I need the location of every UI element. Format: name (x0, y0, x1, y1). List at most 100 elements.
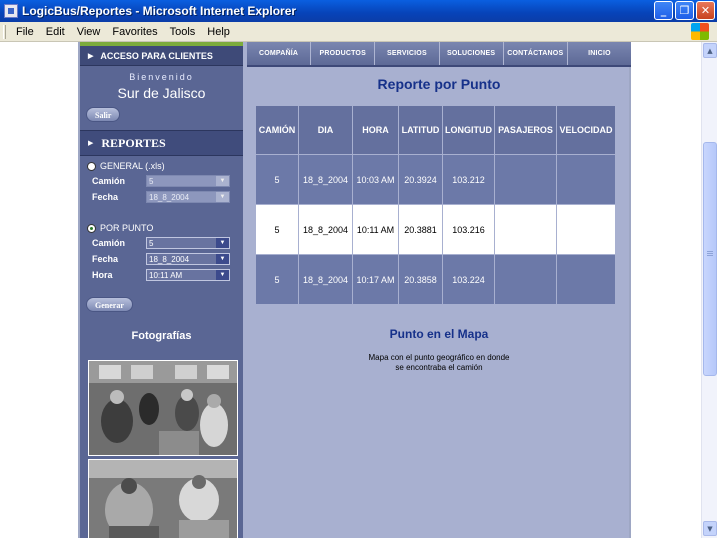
col-velocidad: VELOCIDAD (557, 106, 615, 154)
maximize-button[interactable]: ❐ (675, 1, 694, 20)
main-content: COMPAÑÍA PRODUCTOS SERVICIOS SOLUCIONES … (247, 42, 631, 538)
general-camion-row: Camión 5 ▼ (80, 173, 243, 189)
cell-velocidad (557, 205, 615, 254)
arrow-right-icon: ▶ (88, 52, 94, 60)
punto-fecha-select[interactable]: 18_8_2004 ▼ (146, 253, 230, 265)
cell-hora: 10:11 AM (353, 205, 398, 254)
menu-file[interactable]: File (10, 26, 40, 38)
cell-velocidad (557, 255, 615, 304)
cell-latitud: 20.3881 (399, 205, 442, 254)
punto-camion-row: Camión 5 ▼ (80, 235, 243, 251)
minimize-icon: _ (660, 4, 667, 17)
punto-hora-select[interactable]: 10:11 AM ▼ (146, 269, 230, 281)
company-name: Sur de Jalisco (117, 85, 206, 101)
chevron-down-icon: ▼ (216, 254, 229, 264)
por-punto-report-option[interactable]: POR PUNTO (80, 221, 243, 235)
por-punto-radio[interactable] (87, 223, 96, 233)
nav-contactanos[interactable]: CONTÁCTANOS (504, 42, 568, 65)
map-description-line-1: Mapa con el punto geográfico en donde (368, 353, 510, 362)
map-title: Punto en el Mapa (389, 327, 489, 341)
general-fecha-row: Fecha 18_8_2004 ▼ (80, 189, 243, 205)
punto-hora-label: Hora (92, 270, 113, 280)
scrollbar-thumb[interactable] (703, 142, 717, 376)
punto-fecha-label: Fecha (92, 254, 119, 264)
por-punto-label: POR PUNTO (100, 223, 154, 233)
menu-view[interactable]: View (71, 26, 107, 38)
punto-camion-select[interactable]: 5 ▼ (146, 237, 230, 249)
menu-tools[interactable]: Tools (164, 26, 202, 38)
cell-dia: 18_8_2004 (299, 155, 352, 204)
cell-hora: 10:03 AM (353, 155, 398, 204)
table-row: 5 18_8_2004 10:17 AM 20.3858 103.224 (256, 255, 615, 304)
table-row: 5 18_8_2004 10:03 AM 20.3924 103.212 (256, 155, 615, 204)
nav-servicios[interactable]: SERVICIOS (375, 42, 440, 65)
nav-inicio[interactable]: INICIO (568, 42, 631, 65)
close-icon: ✕ (700, 4, 711, 17)
punto-camion-label: Camión (92, 238, 126, 248)
client-access-header: ▶ ACCESO PARA CLIENTES (80, 46, 243, 66)
reports-header-label: REPORTES (101, 135, 166, 150)
col-camion: CAMIÓN (256, 106, 298, 154)
client-access-label: ACCESO PARA CLIENTES (100, 50, 213, 61)
cell-hora: 10:17 AM (353, 255, 398, 304)
cell-longitud: 103.224 (443, 255, 494, 304)
chevron-down-icon: ▼ (216, 192, 229, 202)
scroll-up-button[interactable]: ▲ (703, 43, 717, 58)
scroll-down-button[interactable]: ▼ (703, 521, 717, 536)
arrow-right-icon: ▶ (88, 139, 94, 147)
cell-latitud: 20.3858 (399, 255, 442, 304)
col-latitud: LATITUD (399, 106, 442, 154)
photos-title: Fotografías (131, 330, 192, 342)
cell-dia: 18_8_2004 (299, 255, 352, 304)
general-camion-select[interactable]: 5 ▼ (146, 175, 230, 187)
cell-camion: 5 (256, 155, 298, 204)
map-description-line-2: se encontraba el camión (395, 363, 483, 372)
cell-pasajeros (495, 205, 556, 254)
menu-bar: File Edit View Favorites Tools Help (0, 22, 717, 42)
nav-compania[interactable]: COMPAÑÍA (247, 42, 312, 65)
generate-button[interactable]: Generar (86, 297, 133, 312)
menu-favorites[interactable]: Favorites (106, 26, 163, 38)
general-fecha-label: Fecha (92, 192, 119, 202)
chevron-down-icon: ▼ (216, 270, 229, 280)
ie-page-icon (4, 4, 18, 18)
cell-longitud: 103.212 (443, 155, 494, 204)
general-fecha-select[interactable]: 18_8_2004 ▼ (146, 191, 230, 203)
nav-soluciones[interactable]: SOLUCIONES (440, 42, 504, 65)
col-pasajeros: PASAJEROS (495, 106, 556, 154)
chevron-down-icon: ▼ (216, 176, 229, 186)
general-label: GENERAL (.xls) (100, 161, 165, 171)
welcome-text: Bienvenido (129, 72, 194, 82)
browser-viewport: ▶ ACCESO PARA CLIENTES Bienvenido Sur de… (0, 42, 701, 538)
windows-logo-icon (691, 23, 709, 40)
table-row-highlighted: 5 18_8_2004 10:11 AM 20.3881 103.216 (256, 205, 615, 254)
cell-camion: 5 (256, 205, 298, 254)
minimize-button[interactable]: _ (654, 1, 673, 20)
cell-velocidad (557, 155, 615, 204)
punto-hora-row: Hora 10:11 AM ▼ (80, 267, 243, 283)
cell-dia: 18_8_2004 (299, 205, 352, 254)
logout-button[interactable]: Salir (86, 107, 121, 122)
toolbar-grip (3, 24, 6, 39)
table-header-row: CAMIÓN DIA HORA LATITUD LONGITUD PASAJER… (256, 106, 615, 154)
bus-interior-photo-2 (88, 459, 238, 538)
window-titlebar: LogicBus/Reportes - Microsoft Internet E… (0, 0, 717, 22)
nav-productos[interactable]: PRODUCTOS (311, 42, 376, 65)
col-longitud: LONGITUD (443, 106, 494, 154)
vertical-scrollbar[interactable]: ▲ ▼ (701, 42, 717, 538)
general-fecha-value: 18_8_2004 (149, 192, 190, 202)
map-description: Mapa con el punto geográfico en donde se… (247, 353, 631, 373)
menu-edit[interactable]: Edit (40, 26, 71, 38)
arrow-down-icon: ▼ (707, 524, 713, 533)
cell-longitud: 103.216 (443, 205, 494, 254)
general-radio[interactable] (87, 161, 96, 171)
punto-camion-value: 5 (149, 238, 154, 248)
punto-hora-value: 10:11 AM (149, 270, 183, 280)
page-container: ▶ ACCESO PARA CLIENTES Bienvenido Sur de… (78, 42, 631, 538)
general-camion-label: Camión (92, 176, 126, 186)
cell-camion: 5 (256, 255, 298, 304)
menu-help[interactable]: Help (201, 26, 236, 38)
general-report-option[interactable]: GENERAL (.xls) (80, 159, 243, 173)
report-title: Reporte por Punto (377, 76, 501, 92)
close-button[interactable]: ✕ (696, 1, 715, 20)
